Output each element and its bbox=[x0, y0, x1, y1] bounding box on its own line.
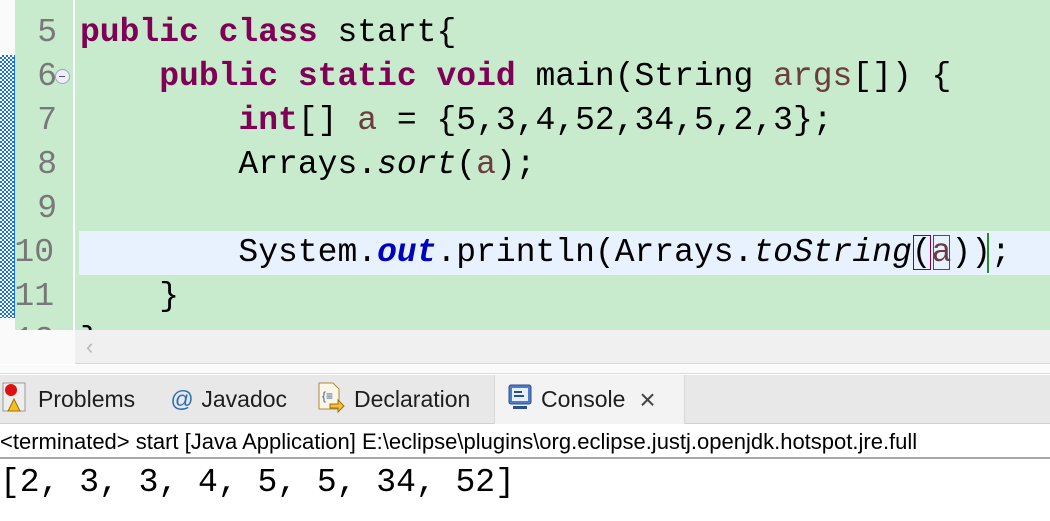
code-text: start{ bbox=[337, 14, 457, 51]
code-text: System. bbox=[80, 234, 378, 271]
line-number: 8 bbox=[37, 146, 57, 183]
svg-text:{≡: {≡ bbox=[322, 389, 333, 403]
variable: a bbox=[357, 102, 378, 139]
code-line[interactable]: Arrays.sort(a); bbox=[80, 143, 536, 187]
tab-problems[interactable]: Problems bbox=[0, 375, 135, 424]
code-text: = {5,3,4,52,34,5,2,3}; bbox=[377, 102, 833, 139]
line-number: 7 bbox=[37, 102, 57, 139]
bracket-match: ( bbox=[911, 234, 932, 271]
code-text: Arrays. bbox=[80, 146, 378, 183]
tab-declaration[interactable]: {≡ Declaration bbox=[316, 375, 470, 424]
code-text: ( bbox=[456, 146, 477, 183]
code-text: .println(Arrays. bbox=[436, 234, 754, 271]
console-icon bbox=[507, 383, 533, 417]
code-text: [] bbox=[297, 102, 358, 139]
line-number: 5 bbox=[37, 14, 57, 51]
line-number: 11 bbox=[14, 278, 54, 315]
line-number: 12 bbox=[12, 319, 54, 330]
tab-javadoc[interactable]: @ Javadoc bbox=[170, 375, 287, 424]
line-number: 9 bbox=[37, 190, 57, 227]
static-method: toString bbox=[753, 234, 912, 271]
panel-divider[interactable] bbox=[0, 365, 1050, 374]
code-text: )); bbox=[951, 234, 1011, 271]
static-field: out bbox=[377, 234, 437, 271]
keyword: int bbox=[238, 102, 298, 139]
code-line[interactable]: public class start{ bbox=[80, 11, 456, 55]
variable-occurrence: a bbox=[931, 234, 952, 271]
scrollbar-gutter bbox=[0, 330, 75, 364]
tab-label: Declaration bbox=[354, 386, 471, 412]
code-text: []) { bbox=[852, 58, 952, 95]
scroll-left-icon[interactable]: ‹ bbox=[86, 334, 93, 360]
tab-label: Console bbox=[541, 386, 626, 412]
tab-label: Problems bbox=[38, 386, 136, 412]
code-text: main(String bbox=[535, 58, 774, 95]
fold-collapse-icon[interactable] bbox=[55, 69, 70, 84]
keyword: public static void bbox=[159, 58, 536, 95]
code-line[interactable]: } bbox=[80, 275, 179, 319]
text-caret bbox=[987, 233, 989, 273]
code-line[interactable]: } bbox=[80, 319, 100, 330]
tab-console[interactable]: Console × bbox=[494, 375, 685, 424]
variable: args bbox=[773, 58, 853, 95]
code-line-current[interactable]: System.out.println(Arrays.toString(a)); bbox=[80, 231, 1011, 275]
declaration-icon: {≡ bbox=[316, 380, 346, 420]
code-line[interactable]: public static void main(String args[]) { bbox=[80, 55, 951, 99]
tab-label: Javadoc bbox=[201, 386, 288, 412]
code-line[interactable]: int[] a = {5,3,4,52,34,5,2,3}; bbox=[80, 99, 833, 143]
line-number: 6 bbox=[37, 58, 57, 95]
gutter-separator bbox=[73, 0, 75, 330]
variable: a bbox=[476, 146, 496, 183]
keyword: public class bbox=[80, 14, 338, 51]
code-editor[interactable]: 5 6 7 8 9 10 11 12 public class start{ p… bbox=[0, 0, 1050, 330]
code-text: ); bbox=[495, 146, 536, 183]
bottom-panel-tabs: Problems @ Javadoc {≡ Declaration Consol… bbox=[0, 375, 1050, 424]
line-number: 10 bbox=[14, 234, 54, 271]
console-output[interactable]: [2, 3, 3, 4, 5, 5, 34, 52] bbox=[0, 461, 515, 505]
close-icon[interactable]: × bbox=[639, 384, 655, 416]
horizontal-scrollbar[interactable]: ‹ bbox=[0, 330, 1050, 364]
at-icon: @ bbox=[170, 386, 194, 412]
static-method: sort bbox=[377, 146, 457, 183]
problems-icon bbox=[0, 380, 30, 420]
console-header: <terminated> start [Java Application] E:… bbox=[0, 425, 1050, 459]
